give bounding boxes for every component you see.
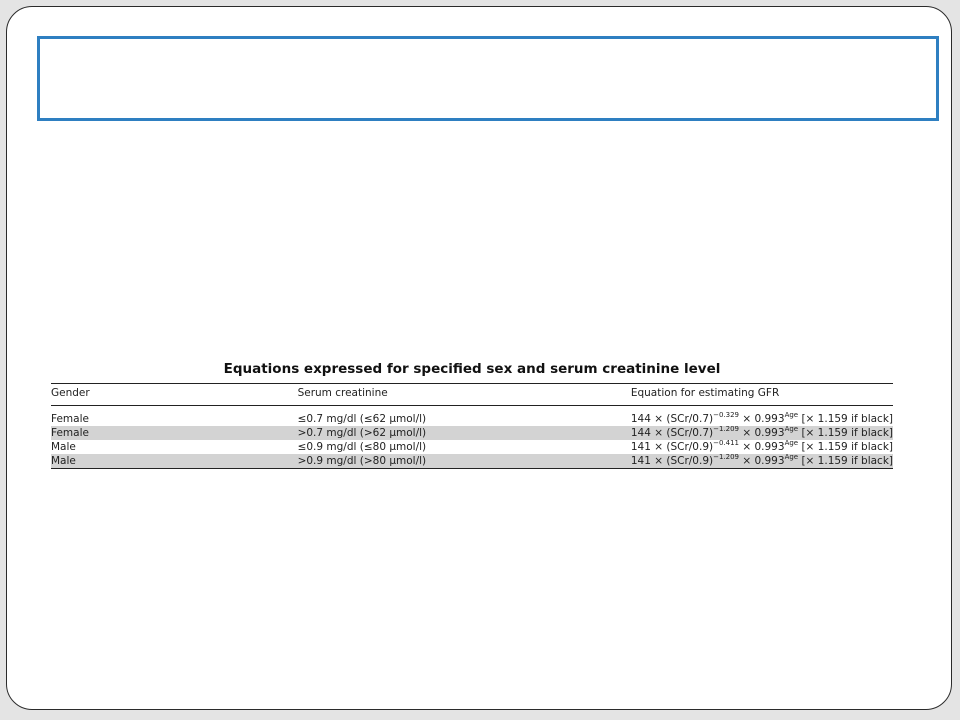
cell-serum-creatinine: ≤0.7 mg/dl (≤62 μmol/l) <box>297 413 427 425</box>
cell-equation: 144 × (SCr/0.7)−1.209 × 0.993Age [× 1.15… <box>630 425 893 440</box>
slide: Equations expressed for specified sex an… <box>6 6 952 710</box>
cell-serum-creatinine: ≤0.9 mg/dl (≤80 μmol/l) <box>297 441 427 453</box>
eq-base: 141 × (SCr/0.9) <box>630 455 714 467</box>
cell-gender: Male <box>51 454 298 469</box>
header-equation: Equation for estimating GFR <box>630 383 893 406</box>
cell-equation: 144 × (SCr/0.7)−0.329 × 0.993Age [× 1.15… <box>631 406 893 427</box>
header-gender: Gender <box>51 383 298 406</box>
gfr-equation-table: Gender Serum creatinine Equation for est… <box>51 383 893 469</box>
eq-tail: [× 1.159 if black] <box>798 455 893 467</box>
cell-gender: Female <box>51 413 89 425</box>
eq-exponent: −1.209 <box>713 425 740 433</box>
eq-age-exponent: Age <box>784 453 799 461</box>
eq-tail: [× 1.159 if black] <box>798 427 893 439</box>
cell-equation: 141 × (SCr/0.9)−1.209 × 0.993Age [× 1.15… <box>630 453 893 469</box>
eq-exponent: −0.329 <box>713 411 740 419</box>
cell-gender: Male <box>51 441 76 453</box>
eq-tail: [× 1.159 if black] <box>798 441 893 453</box>
eq-mid: × 0.993 <box>739 427 785 439</box>
eq-mid: × 0.993 <box>739 455 785 467</box>
cell-serum-creatinine: >0.9 mg/dl (>80 μmol/l) <box>297 454 631 469</box>
eq-tail: [× 1.159 if black] <box>798 413 893 425</box>
eq-exponent: −0.411 <box>713 439 740 447</box>
table-row: Male ≤0.9 mg/dl (≤80 μmol/l) 141 × (SCr/… <box>51 440 893 454</box>
title-placeholder[interactable] <box>37 36 939 121</box>
table-row: Female >0.7 mg/dl (>62 μmol/l) 144 × (SC… <box>51 426 893 440</box>
eq-mid: × 0.993 <box>739 441 785 453</box>
cell-serum-creatinine: >0.7 mg/dl (>62 μmol/l) <box>297 426 631 440</box>
eq-base: 144 × (SCr/0.7) <box>630 427 714 439</box>
eq-base: 141 × (SCr/0.9) <box>630 441 714 453</box>
eq-mid: × 0.993 <box>739 413 785 425</box>
eq-age-exponent: Age <box>784 411 799 419</box>
table-row: Male >0.9 mg/dl (>80 μmol/l) 141 × (SCr/… <box>51 454 893 469</box>
eq-age-exponent: Age <box>784 425 799 433</box>
table-header-row: Gender Serum creatinine Equation for est… <box>51 383 893 406</box>
eq-base: 144 × (SCr/0.7) <box>630 413 714 425</box>
header-serum-creatinine: Serum creatinine <box>297 383 631 406</box>
eq-age-exponent: Age <box>784 439 799 447</box>
table-title: Equations expressed for specified sex an… <box>223 361 721 377</box>
eq-exponent: −1.209 <box>713 453 740 461</box>
cell-equation: 141 × (SCr/0.9)−0.411 × 0.993Age [× 1.15… <box>631 440 893 454</box>
cell-gender: Female <box>51 426 298 440</box>
table-row: Female ≤0.7 mg/dl (≤62 μmol/l) 144 × (SC… <box>51 406 893 427</box>
